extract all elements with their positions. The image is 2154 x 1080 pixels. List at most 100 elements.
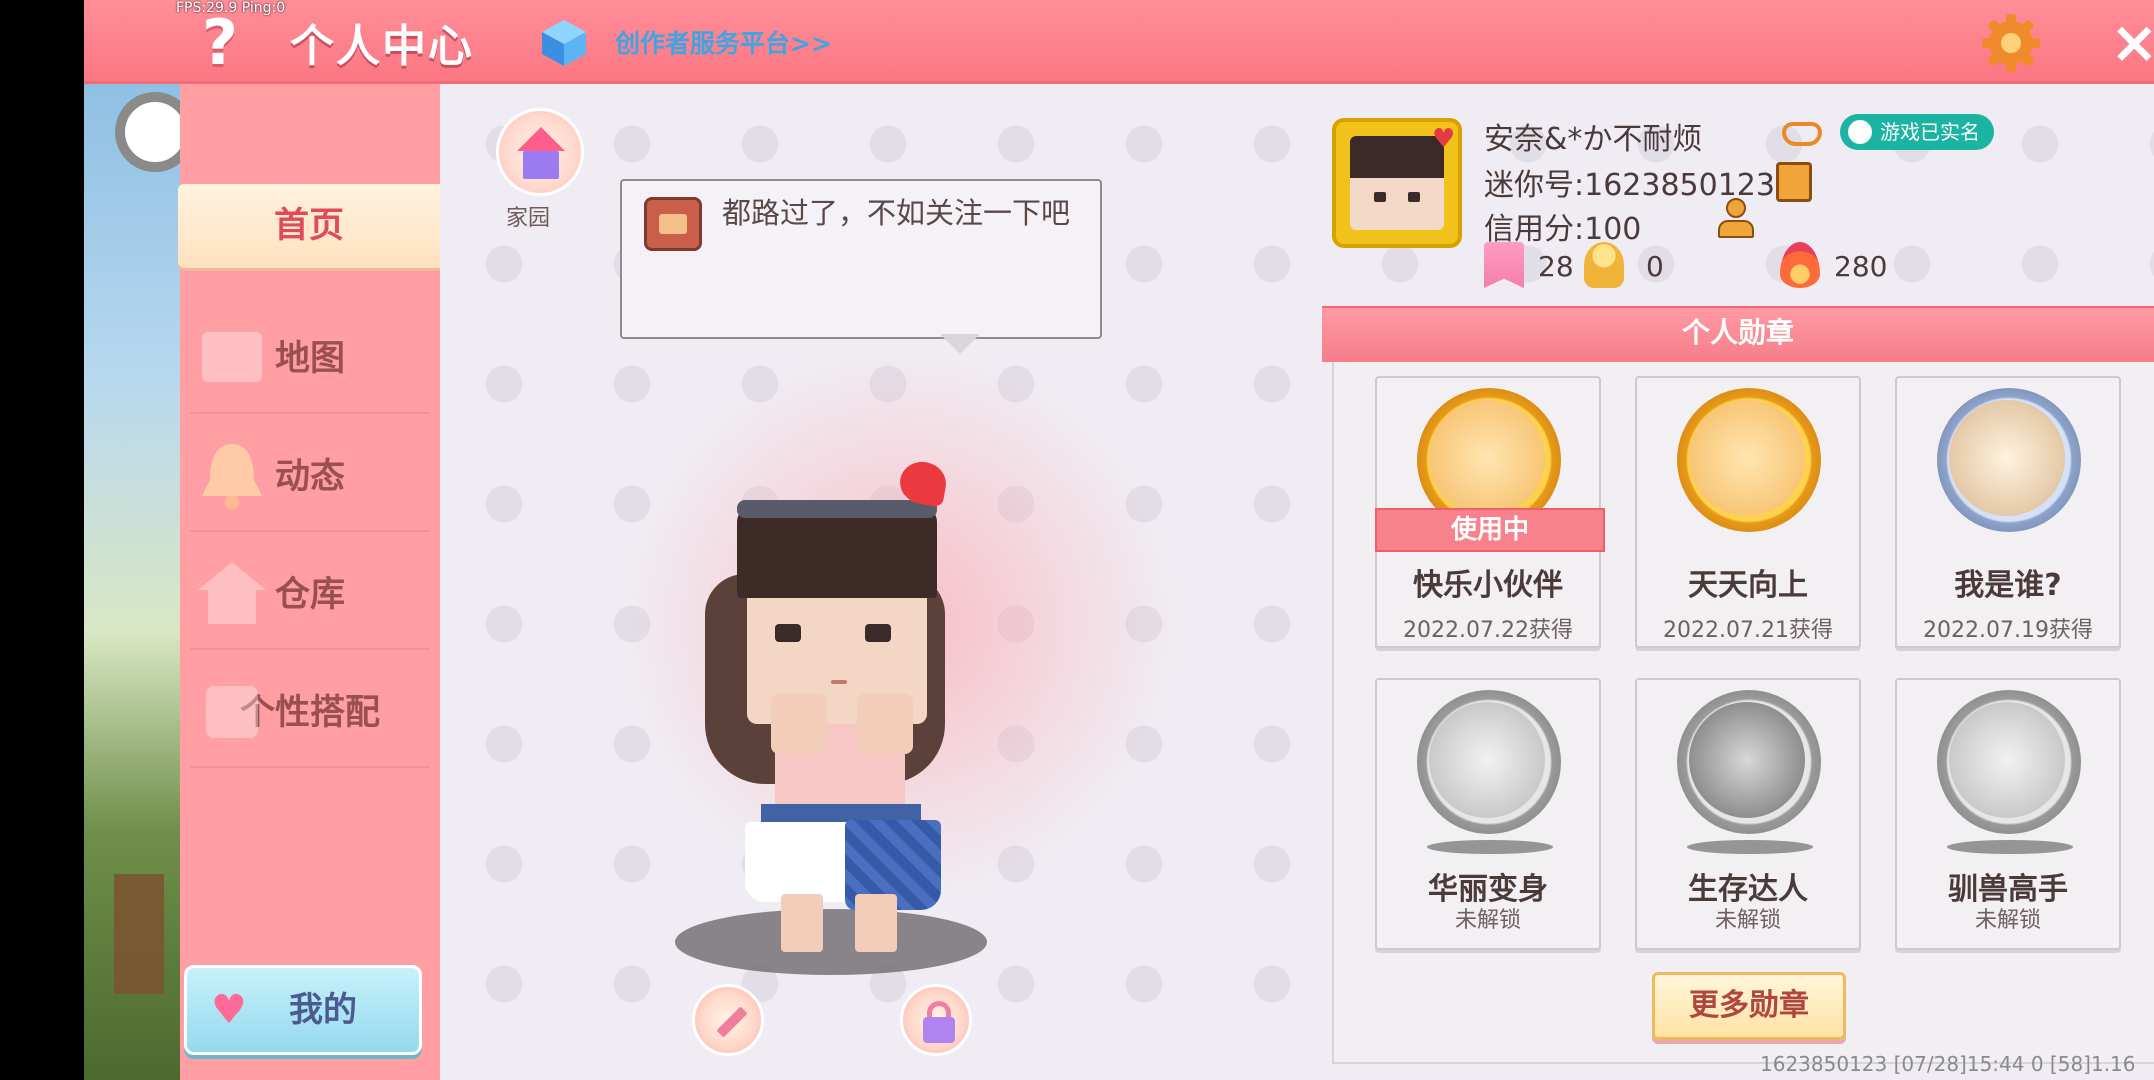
sidebar-item-map[interactable]: 地图 — [180, 304, 440, 414]
badge-card[interactable]: 天天向上 2022.07.21获得 — [1635, 376, 1861, 648]
sidebar-item-home[interactable]: 首页 — [178, 184, 440, 268]
avatar-face — [1350, 136, 1444, 230]
home-button[interactable] — [496, 108, 584, 196]
lock-button[interactable] — [900, 984, 972, 1056]
speech-bubble-text: 都路过了，不如关注一下吧 — [722, 196, 1071, 230]
badge-card[interactable]: 生存达人 未解锁 — [1635, 678, 1861, 950]
badge-date: 2022.07.22获得 — [1403, 618, 1573, 643]
mine-label: 我的 — [289, 990, 357, 1030]
trophy-person-icon — [1584, 242, 1624, 288]
avatar-hair — [1350, 136, 1444, 178]
person-icon — [1848, 120, 1872, 144]
sidebar-item-label: 首页 — [273, 206, 344, 246]
badge-name: 我是谁? — [1954, 568, 2062, 603]
gear-icon[interactable] — [1980, 12, 2042, 74]
avatar-shadow — [675, 909, 987, 975]
sidebar-item-label: 地图 — [274, 339, 345, 379]
verified-label: 游戏已实名 — [1880, 120, 1980, 144]
friend-icon-head — [1726, 198, 1746, 218]
calendar-medal-icon — [1677, 388, 1821, 532]
sidebar-item-label: 仓库 — [274, 575, 345, 615]
home-label: 家园 — [506, 206, 551, 231]
medal-face — [1689, 400, 1805, 516]
help-button[interactable]: ? — [192, 8, 248, 78]
divider — [190, 648, 430, 650]
stat-value: 28 — [1538, 250, 1574, 283]
stat-value: 0 — [1646, 250, 1664, 283]
divider — [190, 766, 430, 768]
speech-bubble: 都路过了，不如关注一下吧 — [620, 179, 1102, 339]
copy-icon[interactable] — [1776, 162, 1812, 202]
sidebar-item-feed[interactable]: 动态 — [180, 422, 440, 532]
badge-card[interactable]: 我是谁? 2022.07.19获得 — [1895, 376, 2121, 648]
outfit-icon — [206, 686, 258, 738]
verified-badge: 游戏已实名 — [1840, 114, 1994, 150]
badge-panel-header: 个人勋章 — [1322, 306, 2154, 362]
map-icon — [202, 332, 262, 382]
medal-face — [1949, 400, 2065, 516]
badge-card[interactable]: 华丽变身 未解锁 — [1375, 678, 1601, 950]
transform-medal-icon — [1417, 690, 1561, 834]
badge-status: 未解锁 — [1454, 908, 1521, 933]
avatar-mouth — [831, 680, 847, 684]
profile-avatar[interactable]: ♥ — [1332, 118, 1462, 248]
sidebar: 首页 地图 动态 仓库 个性搭配 ♥ 我的 — [178, 84, 440, 1080]
avatar-eye — [865, 624, 891, 642]
sidebar-item-style[interactable]: 个性搭配 — [180, 658, 440, 768]
credit-score: 信用分:100 — [1484, 212, 1642, 247]
heart-icon: ♥ — [1432, 124, 1456, 154]
mine-button[interactable]: ♥ 我的 — [184, 965, 422, 1055]
more-badges-button[interactable]: 更多勋章 — [1652, 972, 1846, 1040]
avatar-bangs — [737, 506, 937, 598]
bell-icon — [202, 444, 262, 509]
badge-card[interactable]: 使用中 快乐小伙伴 2022.07.22获得 — [1375, 376, 1605, 648]
pencil-icon — [716, 1006, 748, 1038]
divider — [190, 530, 430, 532]
badge-name: 天天向上 — [1688, 568, 1808, 603]
player-avatar[interactable] — [675, 444, 1005, 1064]
page-title: 个人中心 — [290, 21, 474, 72]
nickname: 安奈&*か不耐烦 — [1484, 122, 1703, 157]
avatar-eye — [1408, 192, 1420, 202]
avatar-eye — [775, 624, 801, 642]
house-body — [523, 151, 559, 179]
avatar-leg — [855, 894, 897, 952]
game-scene-background — [84, 84, 180, 1080]
avatar-headband — [737, 500, 937, 518]
chest-icon — [644, 197, 702, 251]
medal-face — [1949, 702, 2065, 818]
cube-icon[interactable] — [540, 18, 588, 68]
badge-status: 未解锁 — [1974, 908, 2041, 933]
scene-block — [114, 874, 164, 994]
medal-face — [1429, 400, 1545, 516]
mask-icon[interactable] — [1782, 122, 1822, 146]
sidebar-item-storage[interactable]: 仓库 — [180, 540, 440, 650]
creator-platform-link[interactable]: 创作者服务平台>> — [615, 24, 832, 60]
badge-status: 未解锁 — [1714, 908, 1781, 933]
badge-name: 快乐小伙伴 — [1413, 568, 1563, 603]
friend-icon-body — [1718, 220, 1754, 238]
avatar-eye — [1374, 192, 1386, 202]
id-card-medal-icon — [1937, 388, 2081, 532]
stat-value: 280 — [1834, 250, 1888, 283]
close-button[interactable]: × — [2110, 10, 2154, 74]
badge-date: 2022.07.21获得 — [1663, 618, 1833, 643]
left-black-bar — [0, 0, 84, 1080]
house-icon — [517, 127, 565, 151]
campfire-medal-icon — [1677, 690, 1821, 834]
lock-body — [923, 1017, 955, 1043]
medal-shadow — [1947, 840, 2073, 854]
sidebar-item-label: 动态 — [274, 457, 345, 497]
speech-bubble-tail — [940, 334, 980, 354]
in-use-tag: 使用中 — [1375, 508, 1605, 552]
medal-shadow — [1427, 840, 1553, 854]
avatar-leg — [781, 894, 823, 952]
main-panel: 家园 都路过了，不如关注一下吧 ♥ 安奈&*か不耐烦 游戏已实名 迷你号:162… — [440, 84, 2154, 1080]
house-icon — [198, 562, 266, 624]
medal-face — [1429, 702, 1545, 818]
badge-card[interactable]: 驯兽高手 未解锁 — [1895, 678, 2121, 950]
friend-icon[interactable] — [1718, 198, 1758, 242]
footer-info: 1623850123 [07/28]15:44 0 [58]1.16 — [1760, 1052, 2136, 1076]
horse-rider-medal-icon — [1937, 690, 2081, 834]
edit-button[interactable] — [692, 984, 764, 1056]
